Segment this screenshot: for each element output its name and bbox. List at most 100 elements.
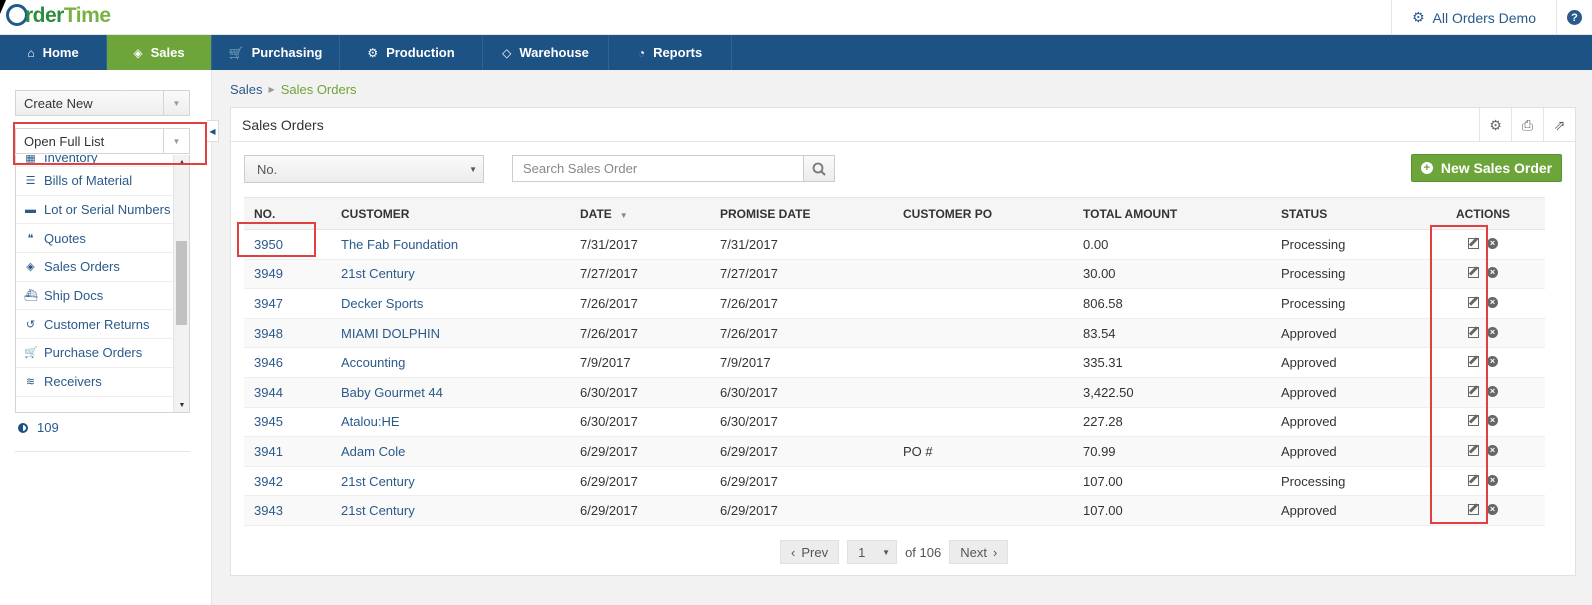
order-number[interactable]: 3948	[244, 318, 331, 349]
create-new-dropdown[interactable]: Create New ▼	[15, 90, 190, 116]
search-button[interactable]	[803, 155, 835, 182]
breadcrumb-sales[interactable]: Sales	[230, 82, 263, 97]
delete-icon[interactable]: ×	[1487, 296, 1498, 308]
col-date[interactable]: DATE ▼	[570, 197, 710, 230]
customer-po	[893, 466, 1073, 497]
settings-button[interactable]: ⚙	[1479, 108, 1511, 142]
customer-name[interactable]: 21st Century	[331, 466, 570, 497]
table-row[interactable]: 3948 MIAMI DOLPHIN 7/26/2017 7/26/2017 83.54…	[244, 318, 1545, 349]
col-customer[interactable]: CUSTOMER	[331, 197, 570, 230]
edit-icon[interactable]	[1468, 385, 1479, 397]
customer-name[interactable]: MIAMI DOLPHIN	[331, 318, 570, 349]
table-row[interactable]: 3949 21st Century 7/27/2017 7/27/2017 30.00 P…	[244, 259, 1545, 290]
nav-sales[interactable]: ◈ Sales	[107, 35, 212, 70]
col-promise-date[interactable]: PROMISE DATE	[710, 197, 893, 230]
sidebar-item-lot-or-serial-numbers[interactable]: ▬ Lot or Serial Numbers	[16, 196, 174, 225]
order-number[interactable]: 3945	[244, 407, 331, 438]
edit-icon[interactable]	[1468, 267, 1479, 279]
col-total-amount[interactable]: TOTAL AMOUNT	[1073, 197, 1271, 230]
customer-name[interactable]: 21st Century	[331, 259, 570, 290]
table-row[interactable]: 3950 The Fab Foundation 7/31/2017 7/31/2017…	[244, 229, 1545, 260]
table-row[interactable]: 3943 21st Century 6/29/2017 6/29/2017 107.00…	[244, 495, 1545, 526]
page-select[interactable]: 1 ▼	[847, 540, 898, 564]
edit-icon[interactable]	[1468, 415, 1479, 427]
nav-purchasing[interactable]: 🛒 Purchasing	[212, 35, 340, 70]
order-number[interactable]: 3943	[244, 495, 331, 526]
customer-name[interactable]: Accounting	[331, 347, 570, 378]
sidebar-item-bills-of-material[interactable]: ☰ Bills of Material	[16, 167, 174, 196]
sidebar-item-sales-orders[interactable]: ◈ Sales Orders	[16, 253, 174, 282]
plus-circle-icon: +	[1420, 162, 1433, 174]
row-actions-group: ×	[1468, 385, 1498, 397]
scroll-thumb[interactable]	[176, 241, 187, 325]
total-amount: 335.31	[1073, 347, 1271, 378]
next-page-button[interactable]: Next ›	[949, 540, 1009, 564]
customer-name[interactable]: Decker Sports	[331, 288, 570, 319]
delete-icon[interactable]: ×	[1487, 356, 1498, 368]
delete-icon[interactable]: ×	[1487, 444, 1498, 456]
delete-icon[interactable]: ×	[1487, 504, 1498, 516]
order-number[interactable]: 3947	[244, 288, 331, 319]
edit-icon[interactable]	[1468, 237, 1479, 249]
delete-icon[interactable]: ×	[1487, 415, 1498, 427]
nav-home[interactable]: ⌂ Home	[0, 35, 107, 70]
delete-icon[interactable]: ×	[1487, 326, 1498, 338]
delete-icon[interactable]: ×	[1487, 385, 1498, 397]
sidebar-item-ship-docs[interactable]: ⛴ Ship Docs	[16, 282, 174, 311]
order-number[interactable]: 3949	[244, 259, 331, 290]
delete-icon[interactable]: ×	[1487, 237, 1498, 249]
col-no[interactable]: NO.	[244, 197, 331, 230]
customer-name[interactable]: 21st Century	[331, 495, 570, 526]
sidebar-item-receivers[interactable]: ≋ Receivers	[16, 368, 174, 397]
print-button[interactable]: ⎙	[1511, 108, 1543, 142]
help-button[interactable]: ?	[1556, 0, 1592, 35]
scroll-down-icon[interactable]: ▼	[174, 398, 189, 412]
search-field-select[interactable]: No. ▼	[244, 155, 484, 183]
edit-icon[interactable]	[1468, 296, 1479, 308]
collapse-sidebar-button[interactable]: ◀	[207, 120, 219, 142]
edit-icon[interactable]	[1468, 326, 1479, 338]
order-number[interactable]: 3941	[244, 436, 331, 467]
export-button[interactable]: ⇗	[1543, 108, 1575, 142]
customer-name[interactable]: Atalou:HE	[331, 407, 570, 438]
sidebar-item-customer-returns[interactable]: ↺ Customer Returns	[16, 310, 174, 340]
order-number[interactable]: 3946	[244, 347, 331, 378]
table-row[interactable]: 3944 Baby Gourmet 44 6/30/2017 6/30/2017 3,4…	[244, 377, 1545, 408]
edit-icon[interactable]	[1468, 504, 1479, 516]
edit-icon[interactable]	[1468, 474, 1479, 486]
table-row[interactable]: 3942 21st Century 6/29/2017 6/29/2017 107.00…	[244, 466, 1545, 497]
delete-icon[interactable]: ×	[1487, 474, 1498, 486]
sidebar-item-purchase-orders[interactable]: 🛒 Purchase Orders	[16, 339, 174, 368]
order-status: Approved	[1271, 495, 1421, 526]
col-status[interactable]: STATUS	[1271, 197, 1421, 230]
col-customer-po[interactable]: CUSTOMER PO	[893, 197, 1073, 230]
customer-name[interactable]: The Fab Foundation	[331, 229, 570, 260]
edit-icon[interactable]	[1468, 356, 1479, 368]
page-total: of 106	[905, 544, 942, 560]
sidebar-item-label: Receivers	[44, 374, 102, 390]
account-menu[interactable]: ⚙ All Orders Demo	[1390, 0, 1556, 35]
new-sales-order-button[interactable]: + New Sales Order	[1411, 154, 1562, 182]
nav-warehouse[interactable]: ◇ Warehouse	[483, 35, 609, 70]
delete-icon[interactable]: ×	[1487, 267, 1498, 279]
nav-reports[interactable]: ◔ Reports	[609, 35, 732, 70]
customer-name[interactable]: Adam Cole	[331, 436, 570, 467]
nav-production[interactable]: ⚙ Production	[340, 35, 483, 70]
order-number[interactable]: 3950	[244, 229, 331, 260]
edit-icon[interactable]	[1468, 444, 1479, 456]
order-status: Processing	[1271, 466, 1421, 497]
table-row[interactable]: 3947 Decker Sports 7/26/2017 7/26/2017 806.5…	[244, 288, 1545, 319]
order-number[interactable]: 3942	[244, 466, 331, 497]
ordertime-logo[interactable]: rderTime	[6, 4, 111, 28]
sidebar-item-quotes[interactable]: ❝ Quotes	[16, 224, 174, 254]
row-actions: ×	[1421, 407, 1545, 438]
customer-name[interactable]: Baby Gourmet 44	[331, 377, 570, 408]
table-row[interactable]: 3945 Atalou:HE 6/30/2017 6/30/2017 227.28 App…	[244, 407, 1545, 438]
list-scrollbar[interactable]: ▲ ▼	[173, 155, 189, 412]
prev-page-button[interactable]: ‹ Prev	[780, 540, 840, 564]
record-count[interactable]: 109	[18, 420, 59, 435]
table-row[interactable]: 3946 Accounting 7/9/2017 7/9/2017 335.31 Appr…	[244, 347, 1545, 378]
search-input[interactable]	[512, 155, 804, 182]
order-number[interactable]: 3944	[244, 377, 331, 408]
table-row[interactable]: 3941 Adam Cole 6/29/2017 6/29/2017 PO #70.99…	[244, 436, 1545, 467]
